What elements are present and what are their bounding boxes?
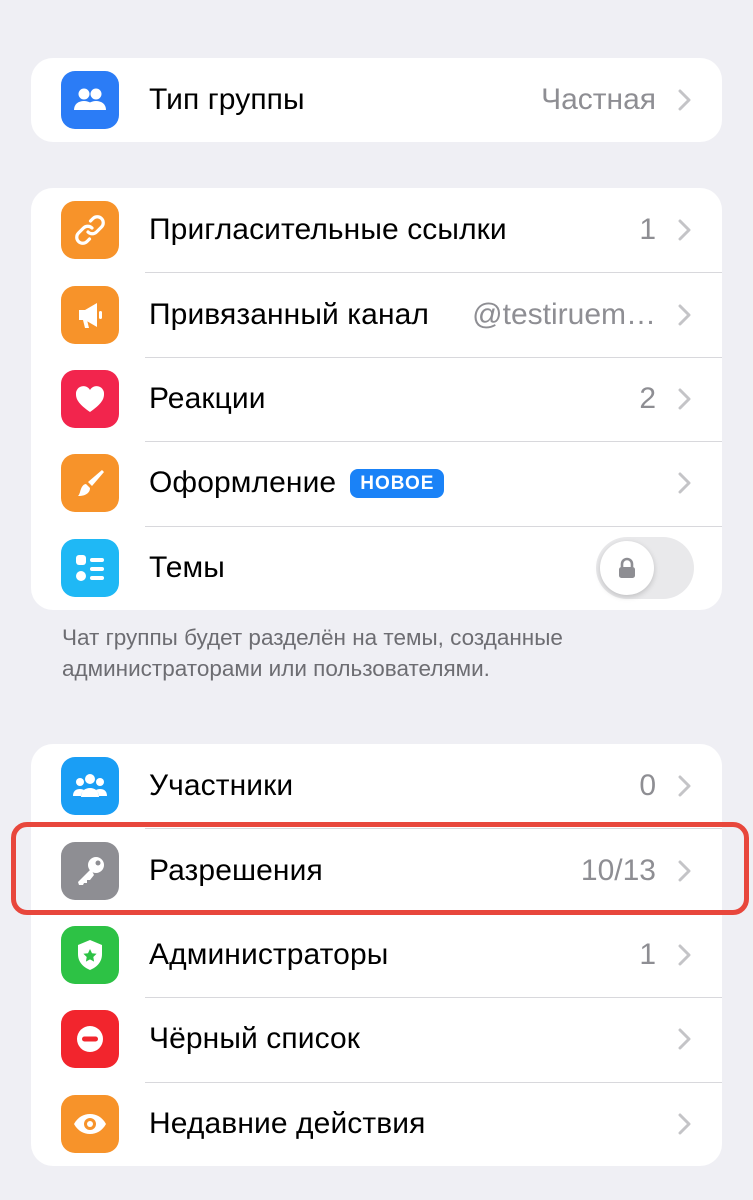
linked-channel-value: @testiruem… xyxy=(472,297,656,331)
heart-icon xyxy=(61,369,119,428)
lock-icon xyxy=(619,557,635,578)
megaphone-icon xyxy=(61,285,119,344)
topics-toggle[interactable] xyxy=(596,536,694,599)
group-settings-section: Пригласительные ссылки 1 Привязанный кан… xyxy=(31,188,722,610)
recent-actions-row[interactable]: Недавние действия xyxy=(31,1081,722,1166)
eye-icon xyxy=(61,1094,119,1153)
chevron-right-icon xyxy=(678,1113,692,1135)
topics-footer-note: Чат группы будет разделён на темы, созда… xyxy=(62,625,563,681)
reactions-row[interactable]: Реакции 2 xyxy=(31,356,722,441)
recent-actions-label: Недавние действия xyxy=(149,1106,426,1140)
permissions-highlight-frame xyxy=(11,822,749,915)
admins-row[interactable]: Администраторы 1 xyxy=(31,912,722,997)
minus-circle-icon xyxy=(61,1010,119,1069)
appearance-label-text: Оформление xyxy=(149,466,337,500)
members-section: Участники 0 Разрешения 10/13 Администрат… xyxy=(31,744,722,1166)
admins-label: Администраторы xyxy=(149,937,389,971)
members-row[interactable]: Участники 0 xyxy=(31,744,722,828)
admins-count: 1 xyxy=(639,937,656,971)
topics-label: Темы xyxy=(149,550,225,584)
chevron-right-icon xyxy=(678,89,692,111)
chevron-right-icon xyxy=(678,219,692,241)
link-icon xyxy=(61,201,119,260)
invite-links-label: Пригласительные ссылки xyxy=(149,213,507,247)
group-type-section: Тип группы Частная xyxy=(31,58,722,142)
topics-list-icon xyxy=(61,538,119,597)
invite-links-row[interactable]: Пригласительные ссылки 1 xyxy=(31,188,722,272)
badge-star-icon xyxy=(61,925,119,984)
group-settings-screen: Тип группы Частная Пригласительные ссылк… xyxy=(0,0,753,1200)
group-type-value: Частная xyxy=(541,83,656,116)
chevron-right-icon xyxy=(678,304,692,326)
people-icon xyxy=(61,71,119,129)
members-label: Участники xyxy=(149,769,294,803)
chevron-right-icon xyxy=(678,1028,692,1050)
new-badge: НОВОЕ xyxy=(350,469,445,499)
toggle-knob xyxy=(600,540,654,595)
members-count: 0 xyxy=(639,769,656,803)
linked-channel-row[interactable]: Привязанный канал @testiruem… xyxy=(31,272,722,356)
members-icon xyxy=(61,757,119,816)
brush-icon xyxy=(61,454,119,513)
reactions-label: Реакции xyxy=(149,381,266,415)
appearance-label: Оформление НОВОЕ xyxy=(149,466,445,500)
linked-channel-label: Привязанный канал xyxy=(149,297,430,331)
group-type-row[interactable]: Тип группы Частная xyxy=(31,58,722,142)
chevron-right-icon xyxy=(678,472,692,494)
reactions-count: 2 xyxy=(639,381,656,415)
appearance-row[interactable]: Оформление НОВОЕ xyxy=(31,441,722,525)
chevron-right-icon xyxy=(678,944,692,966)
chevron-right-icon xyxy=(678,388,692,410)
blacklist-label: Чёрный список xyxy=(149,1022,361,1056)
chevron-right-icon xyxy=(678,775,692,797)
topics-row: Темы xyxy=(31,525,722,610)
group-type-label: Тип группы xyxy=(149,83,305,116)
blacklist-row[interactable]: Чёрный список xyxy=(31,997,722,1081)
invite-links-count: 1 xyxy=(639,213,656,247)
